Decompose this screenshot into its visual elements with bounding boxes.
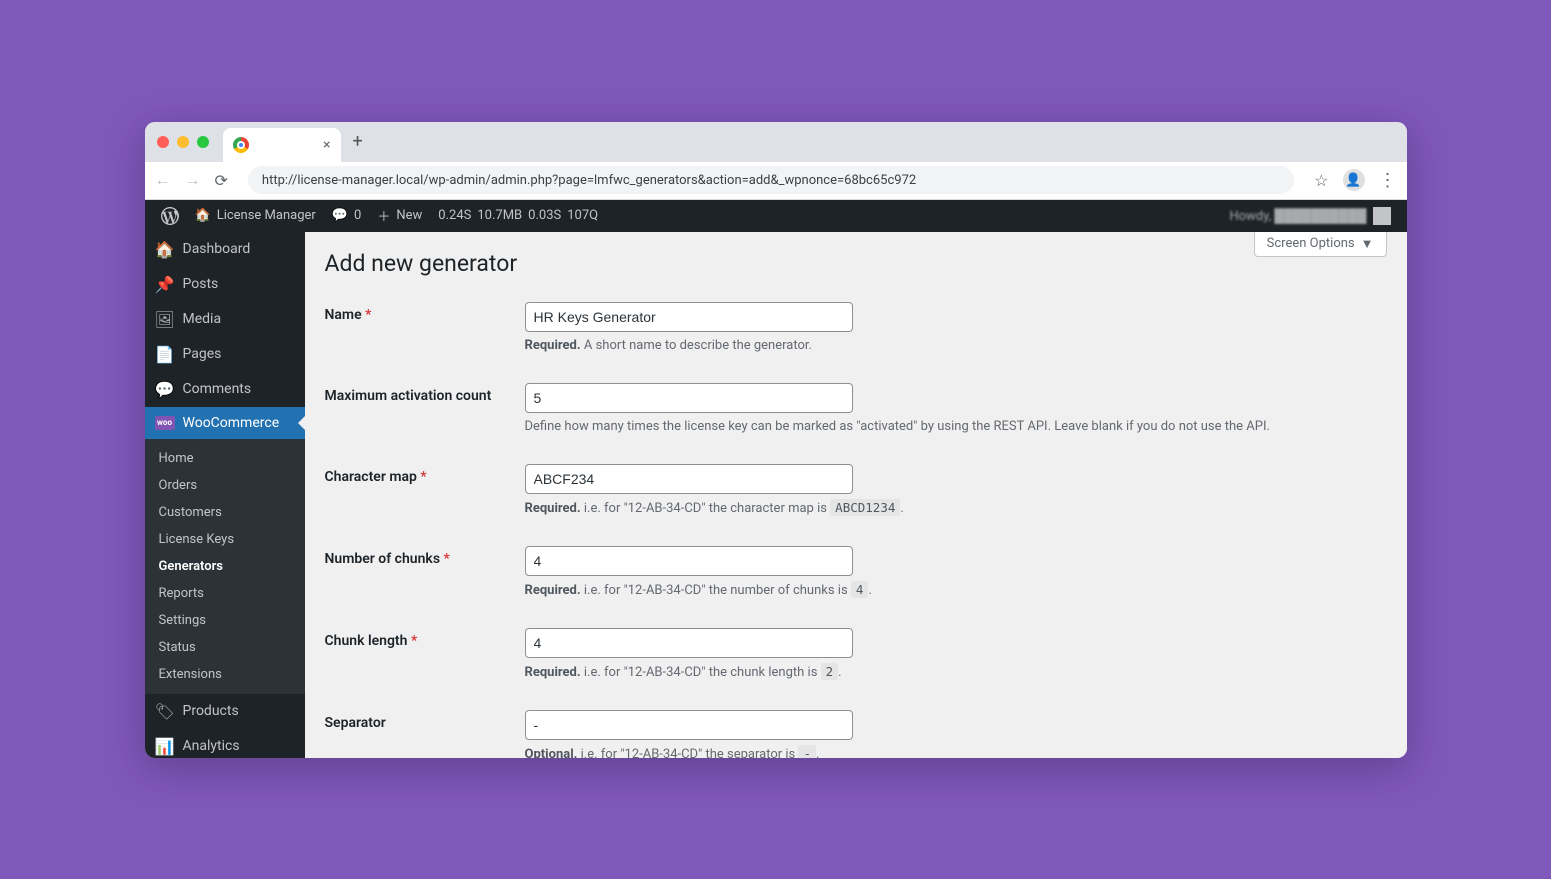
kebab-menu-icon[interactable]: ⋮ [1379, 170, 1397, 191]
charmap-label: Character map * [325, 449, 525, 531]
menu-label: Products [183, 703, 239, 719]
separator-description: Optional. i.e. for "12-AB-34-CD" the sep… [525, 746, 1377, 758]
memory: 10.7MB [477, 208, 522, 223]
wp-logo[interactable] [153, 207, 187, 225]
submenu-orders[interactable]: Orders [145, 472, 305, 499]
comment-icon: 💬 [155, 380, 175, 399]
close-tab-icon[interactable]: × [323, 137, 330, 153]
maximize-window-button[interactable] [197, 136, 209, 148]
menu-pages[interactable]: 📄 Pages [145, 337, 305, 372]
comments-link[interactable]: 💬 0 [324, 208, 370, 223]
pin-icon: 📌 [155, 275, 175, 294]
new-content[interactable]: ＋ New [369, 206, 430, 225]
submenu-license-keys[interactable]: License Keys [145, 526, 305, 553]
generator-form: Name * Required. A short name to describ… [325, 287, 1387, 758]
separator-label: Separator [325, 695, 525, 758]
submenu-status[interactable]: Status [145, 634, 305, 661]
woocommerce-submenu: Home Orders Customers License Keys Gener… [145, 439, 305, 694]
wp-admin-bar: 🏠 License Manager 💬 0 ＋ New 0.24S 10.7MB… [145, 200, 1407, 232]
chunk-length-input[interactable] [525, 628, 853, 658]
query-monitor[interactable]: 0.24S 10.7MB 0.03S 107Q [430, 208, 606, 223]
chunks-label: Number of chunks * [325, 531, 525, 613]
max-activation-label: Maximum activation count [325, 368, 525, 449]
menu-posts[interactable]: 📌 Posts [145, 267, 305, 302]
screen-options-label: Screen Options [1267, 236, 1355, 251]
media-icon: 🖼 [155, 310, 175, 329]
dashboard-icon: 🏠 [155, 240, 175, 259]
chunks-description: Required. i.e. for "12-AB-34-CD" the num… [525, 582, 1377, 598]
submenu-customers[interactable]: Customers [145, 499, 305, 526]
timing-1: 0.24S [438, 208, 471, 223]
plus-icon: ＋ [377, 206, 390, 225]
products-icon: 🏷 [155, 702, 175, 721]
analytics-icon: 📊 [155, 737, 175, 756]
name-input[interactable] [525, 302, 853, 332]
browser-tab[interactable]: × [223, 128, 341, 162]
user-greeting[interactable]: Howdy, ██████████ [1221, 207, 1398, 225]
woocommerce-icon: woo [155, 416, 175, 430]
menu-label: Comments [183, 381, 252, 397]
browser-tab-bar: × + [145, 122, 1407, 162]
close-window-button[interactable] [157, 136, 169, 148]
forward-button[interactable]: → [185, 170, 201, 190]
screen-options-toggle[interactable]: Screen Options ▼ [1254, 232, 1387, 257]
site-name: License Manager [217, 208, 316, 223]
address-bar[interactable]: http://license-manager.local/wp-admin/ad… [248, 166, 1294, 194]
submenu-reports[interactable]: Reports [145, 580, 305, 607]
menu-label: Pages [183, 346, 222, 362]
page-title: Add new generator [325, 232, 1387, 287]
submenu-home[interactable]: Home [145, 445, 305, 472]
menu-label: WooCommerce [183, 415, 280, 431]
comments-count: 0 [354, 208, 361, 223]
name-label: Name * [325, 287, 525, 368]
menu-label: Media [183, 311, 222, 327]
back-button[interactable]: ← [155, 170, 171, 190]
window-controls [157, 136, 209, 148]
queries: 107Q [567, 208, 598, 223]
charmap-description: Required. i.e. for "12-AB-34-CD" the cha… [525, 500, 1377, 516]
bookmark-star-icon[interactable]: ☆ [1314, 171, 1328, 190]
new-tab-button[interactable]: + [341, 131, 375, 152]
menu-comments[interactable]: 💬 Comments [145, 372, 305, 407]
wp-sidebar: 🏠 Dashboard 📌 Posts 🖼 Media 📄 Pages 💬 [145, 232, 305, 758]
max-activation-description: Define how many times the license key ca… [525, 419, 1377, 434]
chevron-down-icon: ▼ [1361, 236, 1374, 252]
browser-toolbar: ← → ⟳ http://license-manager.local/wp-ad… [145, 162, 1407, 200]
wordpress-icon [161, 207, 179, 225]
chunk-length-label: Chunk length * [325, 613, 525, 695]
reload-button[interactable]: ⟳ [215, 171, 228, 190]
submenu-generators[interactable]: Generators [145, 553, 305, 580]
chrome-icon [233, 137, 249, 153]
minimize-window-button[interactable] [177, 136, 189, 148]
menu-woocommerce[interactable]: woo WooCommerce [145, 407, 305, 439]
submenu-extensions[interactable]: Extensions [145, 661, 305, 688]
chunks-input[interactable] [525, 546, 853, 576]
submenu-settings[interactable]: Settings [145, 607, 305, 634]
name-description: Required. A short name to describe the g… [525, 338, 1377, 353]
page-icon: 📄 [155, 345, 175, 364]
separator-input[interactable] [525, 710, 853, 740]
wp-content: Screen Options ▼ Add new generator Name … [305, 232, 1407, 758]
menu-analytics[interactable]: 📊 Analytics [145, 729, 305, 758]
greeting-text: Howdy, ██████████ [1229, 208, 1366, 224]
menu-products[interactable]: 🏷 Products [145, 694, 305, 729]
max-activation-input[interactable] [525, 383, 853, 413]
user-avatar-icon [1373, 207, 1391, 225]
wordpress-admin: 🏠 License Manager 💬 0 ＋ New 0.24S 10.7MB… [145, 200, 1407, 758]
site-link[interactable]: 🏠 License Manager [187, 208, 324, 223]
menu-label: Dashboard [183, 241, 251, 257]
comment-icon: 💬 [332, 208, 348, 223]
menu-dashboard[interactable]: 🏠 Dashboard [145, 232, 305, 267]
new-label: New [396, 208, 422, 223]
url-text: http://license-manager.local/wp-admin/ad… [262, 173, 916, 188]
charmap-input[interactable] [525, 464, 853, 494]
timing-2: 0.03S [528, 208, 561, 223]
chunk-length-description: Required. i.e. for "12-AB-34-CD" the chu… [525, 664, 1377, 680]
home-icon: 🏠 [195, 208, 211, 223]
menu-media[interactable]: 🖼 Media [145, 302, 305, 337]
menu-label: Posts [183, 276, 219, 292]
menu-label: Analytics [183, 738, 240, 754]
browser-window: × + ← → ⟳ http://license-manager.local/w… [145, 122, 1407, 758]
profile-avatar-icon[interactable]: 👤 [1343, 169, 1365, 191]
